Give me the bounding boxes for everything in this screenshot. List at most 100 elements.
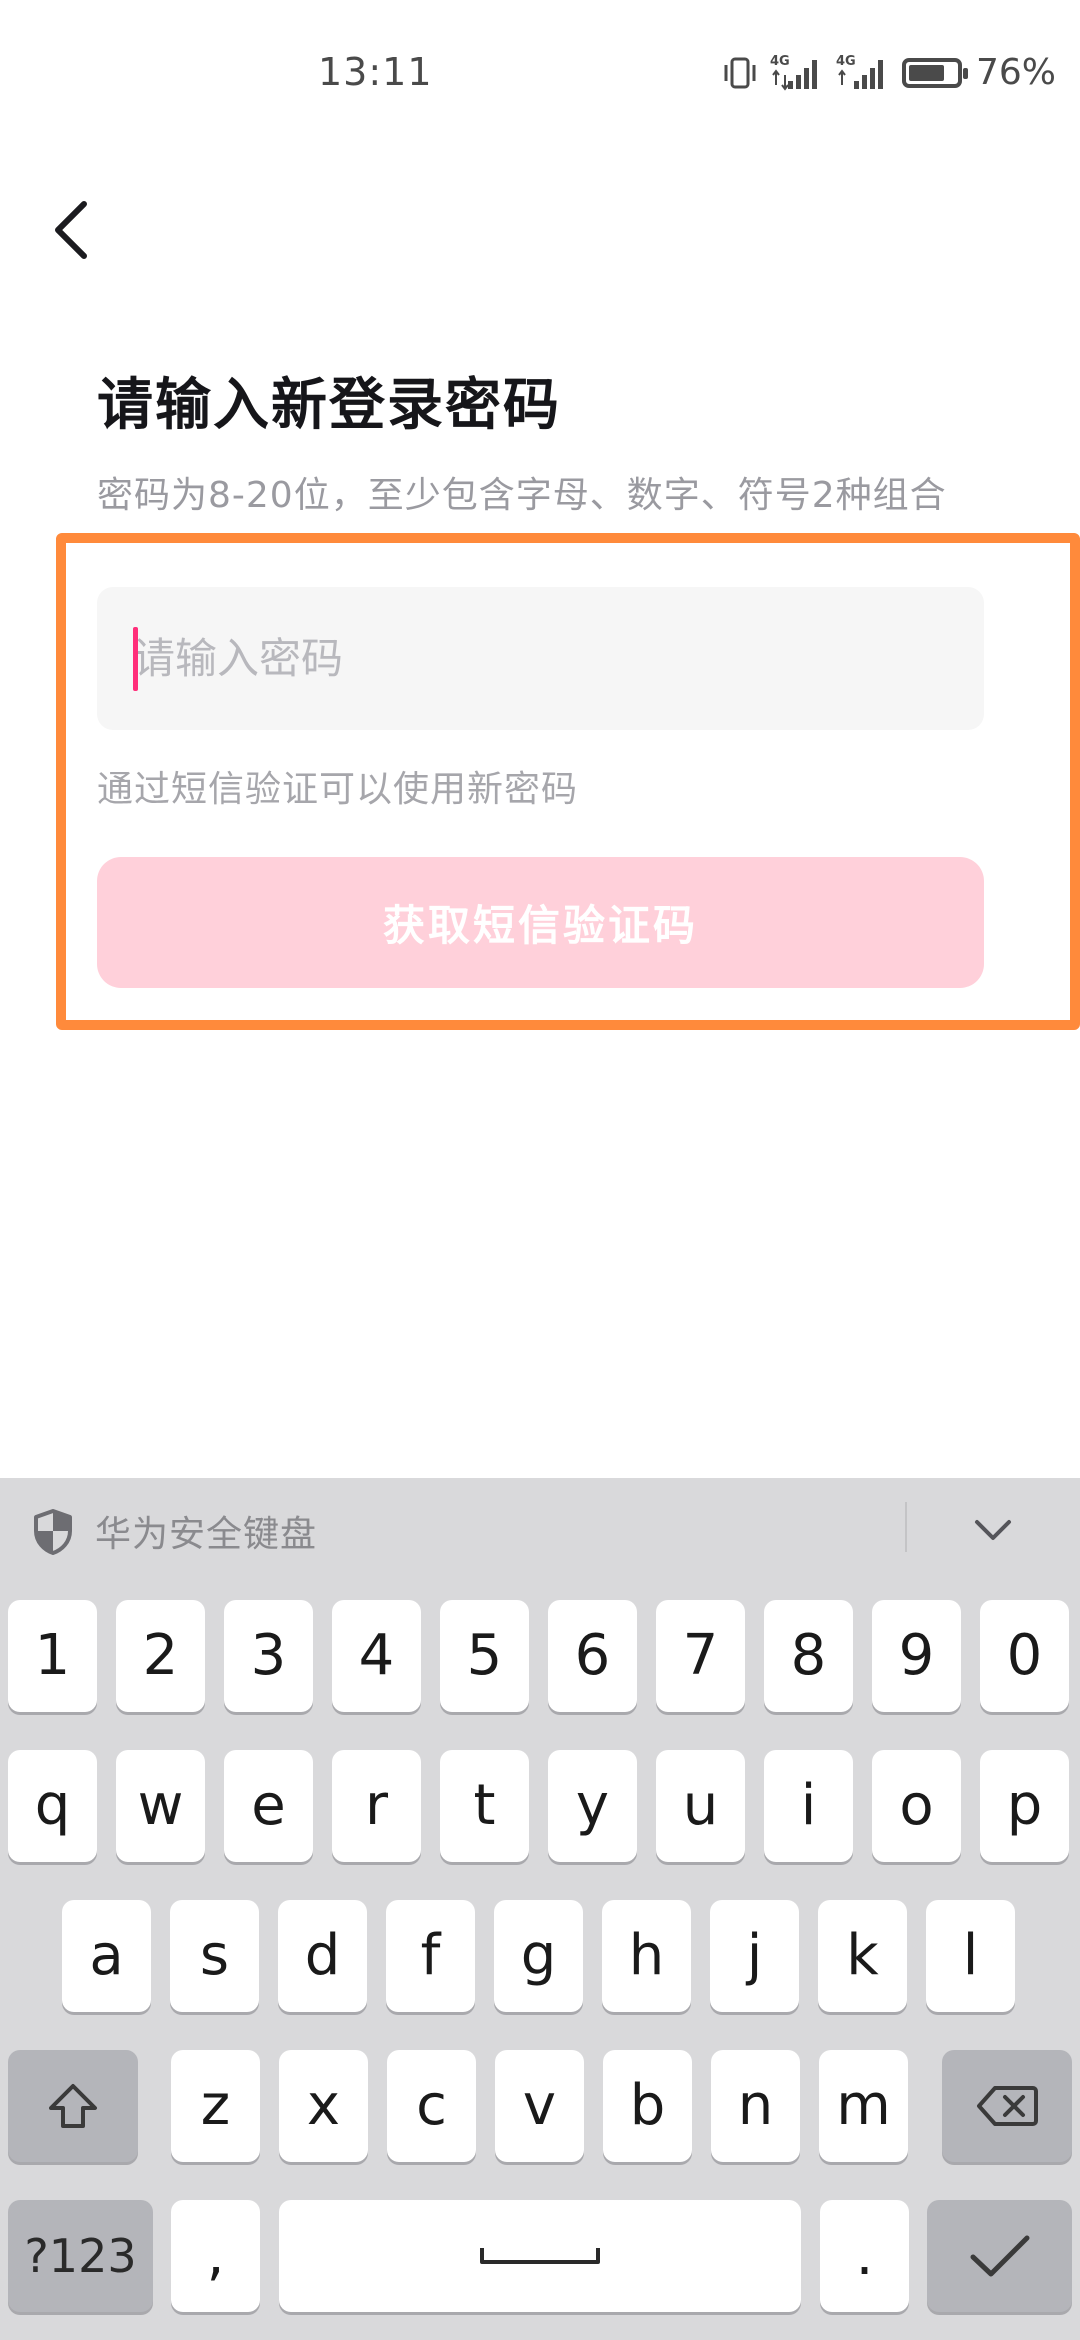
key-g[interactable]: g [494, 1900, 583, 2012]
key-b[interactable]: b [603, 2050, 692, 2162]
key-l-label: l [962, 1923, 979, 1988]
shift-key[interactable] [8, 2050, 138, 2162]
key-c-label: c [416, 2073, 447, 2138]
shield-icon [34, 1509, 72, 1555]
key-i[interactable]: i [764, 1750, 853, 1862]
sms-hint: 通过短信验证可以使用新密码 [97, 769, 579, 810]
key-r-label: r [364, 1773, 389, 1838]
confirm-key[interactable] [927, 2200, 1072, 2312]
key-x[interactable]: x [279, 2050, 368, 2162]
key-z-label: z [200, 2073, 231, 2138]
key-a[interactable]: a [62, 1900, 151, 2012]
key-9-label: 9 [898, 1623, 935, 1688]
key-c[interactable]: c [387, 2050, 476, 2162]
keyboard-brand: 华为安全键盘 [95, 1514, 318, 1555]
key-d-label: d [304, 1923, 341, 1988]
key-5-label: 5 [466, 1623, 503, 1688]
vibrate-icon [724, 57, 756, 88]
key-o[interactable]: o [872, 1750, 961, 1862]
key-e[interactable]: e [224, 1750, 313, 1862]
key-w-label: w [137, 1773, 184, 1838]
comma-key-label: , [206, 2223, 225, 2288]
space-key[interactable] [279, 2200, 801, 2312]
key-7-label: 7 [682, 1623, 719, 1688]
battery-percent: 76% [975, 52, 1056, 93]
key-8[interactable]: 8 [764, 1600, 853, 1712]
comma-key[interactable]: , [171, 2200, 260, 2312]
key-n-label: n [737, 2073, 774, 2138]
keyboard-toolbar: 华为安全键盘 [0, 1478, 1080, 1578]
status-icons: 4G 4G 76% [720, 52, 1056, 93]
key-y-label: y [575, 1773, 610, 1838]
key-m[interactable]: m [819, 2050, 908, 2162]
get-sms-code-button[interactable]: 获取短信验证码 [97, 857, 984, 988]
key-t[interactable]: t [440, 1750, 529, 1862]
key-w[interactable]: w [116, 1750, 205, 1862]
period-key[interactable]: . [820, 2200, 909, 2312]
key-p[interactable]: p [980, 1750, 1069, 1862]
period-key-label: . [855, 2223, 874, 2288]
key-3[interactable]: 3 [224, 1600, 313, 1712]
key-5[interactable]: 5 [440, 1600, 529, 1712]
space-icon [480, 2248, 600, 2264]
key-s-label: s [199, 1923, 230, 1988]
key-h[interactable]: h [602, 1900, 691, 2012]
collapse-keyboard-button[interactable] [965, 1506, 1021, 1554]
key-l[interactable]: l [926, 1900, 1015, 2012]
backspace-icon [977, 2086, 1038, 2126]
key-f-label: f [420, 1923, 441, 1988]
key-6[interactable]: 6 [548, 1600, 637, 1712]
network-type-2: 4G [835, 53, 856, 69]
key-7[interactable]: 7 [656, 1600, 745, 1712]
key-9[interactable]: 9 [872, 1600, 961, 1712]
battery-icon [901, 57, 968, 88]
key-6-label: 6 [574, 1623, 611, 1688]
key-r[interactable]: r [332, 1750, 421, 1862]
key-j[interactable]: j [710, 1900, 799, 2012]
key-0[interactable]: 0 [980, 1600, 1069, 1712]
shift-icon [49, 2084, 97, 2128]
key-z[interactable]: z [171, 2050, 260, 2162]
key-u-label: u [682, 1773, 719, 1838]
key-f[interactable]: f [386, 1900, 475, 2012]
key-e-label: e [251, 1773, 286, 1838]
secure-keyboard: 华为安全键盘 1 2 3 4 5 6 7 8 9 0 q w e r t y u i o p a s d f g h j k l z x c v… [0, 1478, 1080, 2340]
text-caret [133, 627, 138, 691]
key-1-label: 1 [34, 1623, 71, 1688]
backspace-key[interactable] [942, 2050, 1072, 2162]
key-4[interactable]: 4 [332, 1600, 421, 1712]
chevron-left-icon [55, 201, 87, 259]
symbols-key-label: ?123 [24, 2229, 137, 2283]
key-v[interactable]: v [495, 2050, 584, 2162]
back-button[interactable] [40, 190, 100, 270]
key-1[interactable]: 1 [8, 1600, 97, 1712]
key-k-label: k [846, 1923, 879, 1988]
password-rules: 密码为8-20位，至少包含字母、数字、符号2种组合 [97, 475, 947, 516]
key-p-label: p [1006, 1773, 1043, 1838]
key-m-label: m [836, 2073, 891, 2138]
key-k[interactable]: k [818, 1900, 907, 2012]
symbols-key[interactable]: ?123 [8, 2200, 153, 2312]
key-s[interactable]: s [170, 1900, 259, 2012]
password-input[interactable] [133, 634, 984, 683]
key-q-label: q [34, 1773, 71, 1838]
key-n[interactable]: n [711, 2050, 800, 2162]
key-y[interactable]: y [548, 1750, 637, 1862]
key-d[interactable]: d [278, 1900, 367, 2012]
get-sms-code-label: 获取短信验证码 [382, 902, 698, 949]
page-title: 请输入新登录密码 [97, 373, 561, 438]
password-field[interactable] [97, 587, 984, 730]
status-bar: 13:11 4G 4G 76% [0, 0, 1080, 140]
key-v-label: v [522, 2073, 557, 2138]
toolbar-divider [905, 1502, 907, 1552]
chevron-down-icon [975, 1520, 1011, 1540]
key-o-label: o [899, 1773, 934, 1838]
battery-level [908, 64, 944, 81]
key-b-label: b [629, 2073, 666, 2138]
key-2[interactable]: 2 [116, 1600, 205, 1712]
signal-1-icon: 4G [770, 55, 826, 91]
key-u[interactable]: u [656, 1750, 745, 1862]
key-x-label: x [306, 2073, 341, 2138]
key-t-label: t [473, 1773, 496, 1838]
key-q[interactable]: q [8, 1750, 97, 1862]
